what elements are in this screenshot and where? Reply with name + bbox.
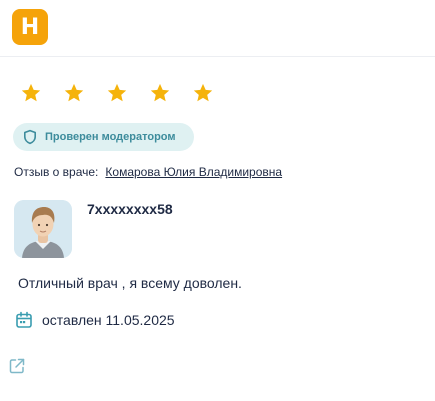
shield-icon: [22, 129, 38, 145]
star-icon: [149, 82, 171, 104]
top-bar: Н: [0, 0, 435, 57]
star-icon: [192, 82, 214, 104]
doctor-name-link[interactable]: Комарова Юлия Владимировна: [105, 165, 282, 179]
logo-letter: Н: [20, 14, 40, 40]
date-row: оставлен 11.05.2025: [15, 310, 175, 330]
avatar: [14, 200, 72, 258]
doctor-label: Отзыв о враче:: [14, 165, 99, 179]
badge-text: Проверен модератором: [45, 131, 176, 143]
star-icon: [20, 82, 42, 104]
external-link-icon[interactable]: [8, 357, 26, 375]
star-icon: [106, 82, 128, 104]
date-text: оставлен 11.05.2025: [42, 312, 175, 328]
calendar-icon: [15, 311, 33, 329]
user-name: 7xxxxxxxx58: [87, 201, 173, 217]
rating-stars: [20, 82, 235, 106]
moderation-badge: Проверен модератором: [13, 123, 194, 151]
doctor-line: Отзыв о враче: Комарова Юлия Владимировн…: [14, 165, 282, 179]
review-text: Отличный врач , я всему доволен.: [18, 275, 242, 291]
logo[interactable]: Н: [12, 9, 48, 45]
star-icon: [63, 82, 85, 104]
